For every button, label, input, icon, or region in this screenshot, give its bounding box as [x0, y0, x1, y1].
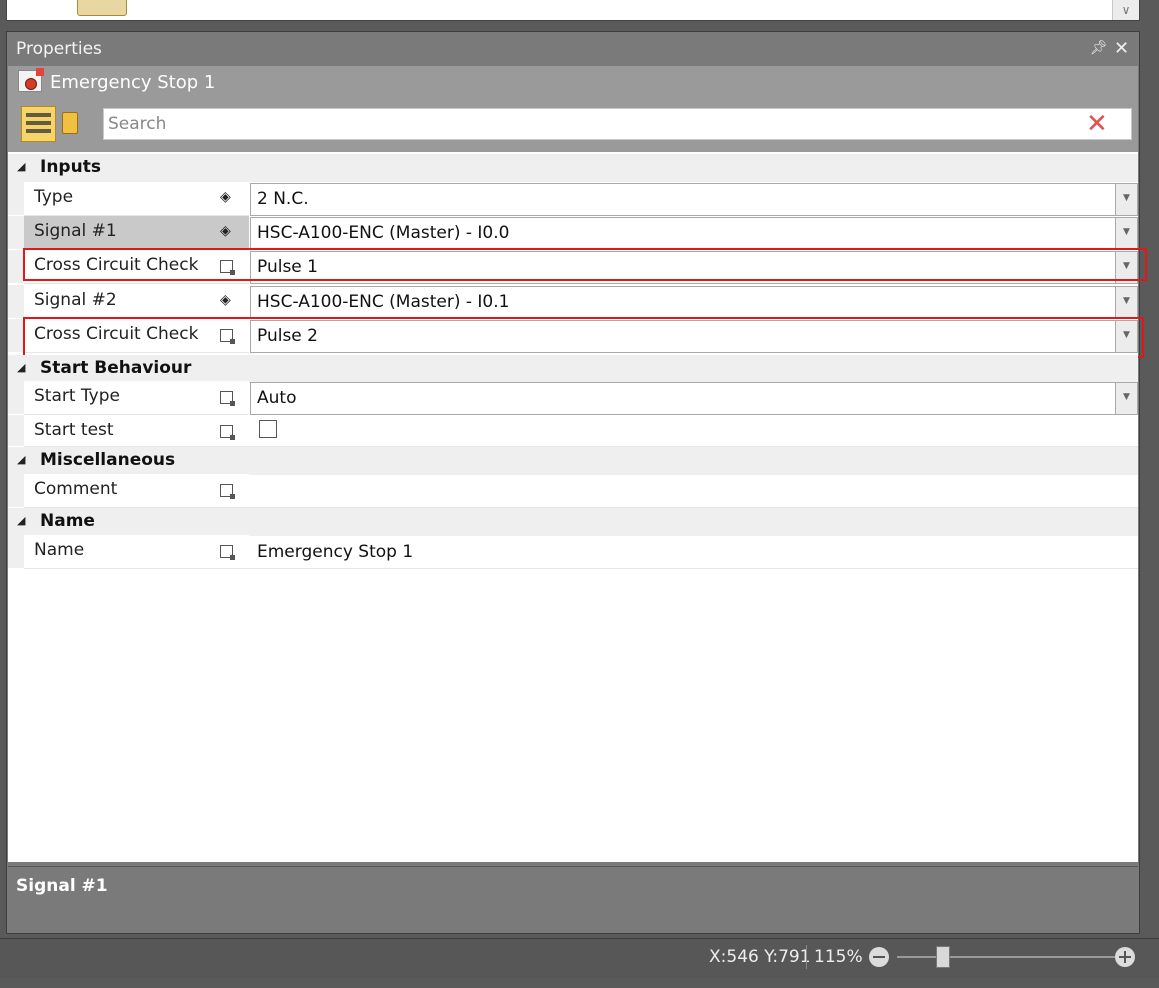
categorized-view-icon[interactable] — [21, 106, 56, 142]
signal2-dropdown[interactable]: HSC-A100-ENC (Master) - I0.1 ▼ — [250, 286, 1138, 319]
property-name: Signal #2 — [34, 290, 117, 310]
category-label: Miscellaneous — [40, 450, 176, 470]
linked-diamond-icon: ◈ — [220, 223, 231, 239]
property-name: Start test — [34, 420, 114, 440]
property-row-start-type[interactable]: Start Type Auto ▼ — [8, 381, 1138, 415]
chevron-down-icon[interactable]: ▼ — [1115, 218, 1137, 249]
search-input[interactable] — [104, 109, 1074, 139]
category-label: Start Behaviour — [40, 358, 192, 378]
linked-diamond-icon: ◈ — [220, 189, 231, 205]
status-bar — [0, 938, 1159, 978]
property-name: Comment — [34, 479, 118, 499]
zoom-level: 115% — [814, 947, 863, 967]
property-name: Start Type — [34, 386, 120, 406]
zoom-slider-track[interactable] — [897, 956, 1115, 958]
alphabetical-view-icon[interactable] — [62, 112, 78, 134]
zoom-slider-thumb[interactable] — [936, 946, 950, 968]
object-name: Emergency Stop 1 — [50, 72, 216, 93]
scroll-down-button[interactable]: ∨ — [1112, 0, 1139, 20]
editable-box-icon — [220, 545, 235, 560]
property-row-start-test[interactable]: Start test — [8, 415, 1138, 447]
cursor-coordinates: X:546 Y:791 — [709, 947, 811, 967]
property-row-signal2[interactable]: Signal #2 ◈ HSC-A100-ENC (Master) - I0.1… — [8, 285, 1138, 319]
property-row-name[interactable]: Name Emergency Stop 1 — [8, 535, 1138, 569]
highlight-box — [23, 317, 1144, 358]
pin-icon[interactable]: 📌︎ — [1090, 40, 1108, 56]
panel-title: Properties — [16, 39, 102, 59]
collapse-triangle-icon[interactable]: ◢ — [17, 514, 25, 527]
close-icon[interactable]: ✕ — [1114, 38, 1129, 59]
chevron-down-icon[interactable]: ▼ — [1115, 184, 1137, 215]
property-row-comment[interactable]: Comment — [8, 474, 1138, 508]
category-label: Inputs — [40, 157, 101, 177]
property-row-type[interactable]: Type ◈ 2 N.C. ▼ — [8, 182, 1138, 216]
previous-panel: ∨ — [6, 0, 1140, 21]
linked-diamond-icon: ◈ — [220, 292, 231, 308]
emergency-stop-icon — [18, 68, 44, 92]
zoom-in-icon[interactable] — [1115, 947, 1135, 967]
category-name[interactable]: ◢ Name — [8, 508, 1138, 536]
property-name: Type — [34, 187, 74, 207]
toolbox-item[interactable] — [77, 0, 127, 16]
description-title: Signal #1 — [16, 876, 108, 896]
editable-box-icon — [220, 391, 235, 406]
highlight-box — [23, 248, 1147, 281]
clear-search-icon[interactable]: ✕ — [1086, 110, 1108, 138]
start-type-dropdown[interactable]: Auto ▼ — [250, 382, 1138, 415]
property-name: Name — [34, 540, 85, 560]
dropdown-value: Auto — [257, 388, 297, 408]
chevron-down-icon[interactable]: ▼ — [1115, 287, 1137, 318]
category-label: Name — [40, 511, 95, 531]
editable-box-icon — [220, 425, 235, 440]
collapse-triangle-icon[interactable]: ◢ — [17, 453, 25, 466]
zoom-out-icon[interactable] — [869, 947, 889, 967]
category-start-behaviour[interactable]: ◢ Start Behaviour — [8, 355, 1138, 383]
dropdown-value: 2 N.C. — [257, 189, 309, 209]
chevron-down-icon[interactable]: ▼ — [1115, 383, 1137, 414]
collapse-triangle-icon[interactable]: ◢ — [17, 160, 25, 173]
collapse-triangle-icon[interactable]: ◢ — [17, 361, 25, 374]
start-test-checkbox[interactable] — [259, 420, 277, 438]
name-value[interactable]: Emergency Stop 1 — [257, 542, 413, 562]
type-dropdown[interactable]: 2 N.C. ▼ — [250, 183, 1138, 216]
property-name: Signal #1 — [34, 221, 117, 241]
dropdown-value: HSC-A100-ENC (Master) - I0.0 — [257, 223, 510, 243]
category-miscellaneous[interactable]: ◢ Miscellaneous — [8, 447, 1138, 475]
dropdown-value: HSC-A100-ENC (Master) - I0.1 — [257, 292, 510, 312]
divider — [806, 945, 807, 969]
category-inputs[interactable]: ◢ Inputs — [8, 154, 1138, 182]
property-row-signal1[interactable]: Signal #1 ◈ HSC-A100-ENC (Master) - I0.0… — [8, 216, 1138, 250]
description-pane — [8, 866, 1138, 930]
editable-box-icon — [220, 484, 235, 499]
signal1-dropdown[interactable]: HSC-A100-ENC (Master) - I0.0 ▼ — [250, 217, 1138, 250]
